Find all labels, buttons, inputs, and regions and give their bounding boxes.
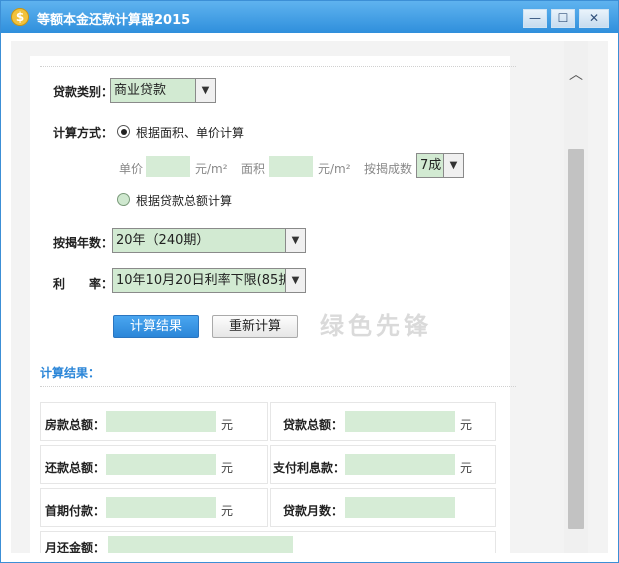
content-area: 贷款类别： 商业贷款 ▼ 计算方式： 根据面积、单价计算 单价 元/m² 面积 …: [11, 41, 608, 553]
unit-price-label: 单价: [119, 162, 144, 176]
method-area-label: 根据面积、单价计算: [136, 126, 245, 140]
loan-type-select[interactable]: 商业贷款 ▼: [110, 78, 216, 103]
interest-output: [345, 454, 455, 475]
loan-total-unit: 元: [460, 418, 473, 432]
chevron-down-icon: ▼: [443, 154, 463, 177]
unit-price-input[interactable]: [146, 156, 190, 177]
interest-unit: 元: [460, 461, 473, 475]
ratio-select[interactable]: 7成 ▼: [416, 153, 464, 178]
repay-total-label: 还款总额：: [45, 461, 106, 475]
loan-total-output: [345, 411, 455, 432]
rate-value: 10年10月20日利率下限(85折): [116, 273, 297, 288]
interest-cell: 支付利息款： 元: [270, 445, 496, 484]
ratio-value: 7成: [420, 158, 442, 173]
vertical-scrollbar[interactable]: ︿: [564, 41, 588, 553]
chevron-down-icon: ▼: [195, 79, 215, 102]
years-select[interactable]: 20年（240期） ▼: [112, 228, 306, 253]
interest-label: 支付利息款：: [273, 461, 346, 475]
loan-months-label: 贷款月数：: [283, 504, 344, 518]
method-area-radio[interactable]: [117, 125, 130, 138]
house-total-cell: 房款总额： 元: [40, 402, 268, 441]
calculate-button[interactable]: 计算结果: [113, 315, 199, 338]
watermark-text: 绿色先锋: [320, 312, 432, 340]
reset-button[interactable]: 重新计算: [212, 315, 298, 338]
results-title: 计算结果：: [40, 366, 101, 380]
area-label: 面积: [241, 162, 266, 176]
calculator-panel: 贷款类别： 商业贷款 ▼ 计算方式： 根据面积、单价计算 单价 元/m² 面积 …: [30, 56, 516, 553]
top-divider: [40, 66, 516, 67]
app-logo-icon: $: [11, 8, 29, 26]
close-button[interactable]: ✕: [579, 9, 609, 28]
scroll-thumb[interactable]: [568, 149, 584, 529]
house-total-output: [106, 411, 216, 432]
method-total-label: 根据贷款总额计算: [136, 194, 233, 208]
down-payment-cell: 首期付款： 元: [40, 488, 268, 527]
title-bar: $ 等额本金还款计算器2015 — ☐ ✕: [1, 1, 618, 33]
calc-method-label: 计算方式：: [53, 126, 114, 140]
house-total-label: 房款总额：: [45, 418, 106, 432]
chevron-down-icon: ▼: [285, 229, 305, 252]
maximize-button[interactable]: ☐: [551, 9, 575, 28]
years-label: 按揭年数：: [53, 236, 114, 250]
down-payment-unit: 元: [221, 504, 234, 518]
repay-total-unit: 元: [221, 461, 234, 475]
area-input[interactable]: [269, 156, 313, 177]
method-total-radio[interactable]: [117, 193, 130, 206]
repay-total-cell: 还款总额： 元: [40, 445, 268, 484]
down-payment-label: 首期付款：: [45, 504, 106, 518]
rate-label: 利 率：: [53, 277, 114, 291]
monthly-output: [108, 536, 293, 553]
monthly-payment-cell: 月还金额：: [40, 531, 496, 553]
unit-price-unit: 元/m²: [195, 162, 228, 176]
monthly-label: 月还金额：: [45, 541, 106, 553]
down-payment-output: [106, 497, 216, 518]
loan-type-value: 商业贷款: [114, 83, 167, 98]
loan-months-cell: 贷款月数：: [270, 488, 496, 527]
rate-select[interactable]: 10年10月20日利率下限(85折) ▼: [112, 268, 306, 293]
scroll-up-icon[interactable]: ︿: [564, 65, 588, 85]
house-total-unit: 元: [221, 418, 234, 432]
chevron-down-icon: ▼: [285, 269, 305, 292]
loan-months-output: [345, 497, 455, 518]
results-divider: [40, 386, 516, 387]
area-unit: 元/m²: [318, 162, 351, 176]
loan-total-cell: 贷款总额： 元: [270, 402, 496, 441]
loan-type-label: 贷款类别：: [53, 85, 114, 99]
minimize-button[interactable]: —: [523, 9, 547, 28]
loan-total-label: 贷款总额：: [283, 418, 344, 432]
repay-total-output: [106, 454, 216, 475]
years-value: 20年（240期）: [116, 233, 210, 248]
window-title: 等额本金还款计算器2015: [37, 13, 191, 28]
ratio-label: 按揭成数: [364, 162, 413, 176]
